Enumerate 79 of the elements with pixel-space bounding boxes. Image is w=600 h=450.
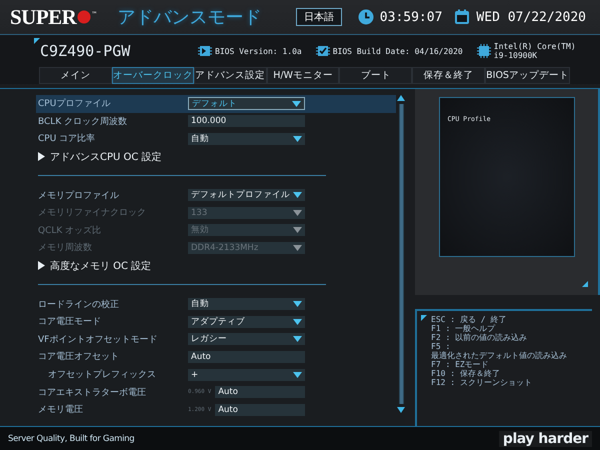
dropdown[interactable]: +	[188, 368, 305, 381]
submenu-link[interactable]: 高度なメモリ OC 設定	[50, 258, 152, 273]
calendar-icon	[454, 9, 470, 25]
tab[interactable]: H/Wモニター	[266, 67, 340, 84]
date-text: WED 07/22/2020	[476, 10, 586, 24]
caret-icon	[293, 210, 302, 216]
dropdown[interactable]: 自動	[188, 132, 305, 145]
caret-icon	[38, 261, 45, 270]
key-help-text: F7 : EZモード	[431, 360, 490, 369]
key-help-text: F5 :	[431, 342, 452, 351]
caret-icon	[293, 136, 302, 142]
brand-logo: SUPER	[10, 4, 76, 30]
setting-label: VFポイントオフセットモード	[37, 334, 158, 346]
key-help-text: 最適化されたデフォルト値の読み込み	[431, 351, 568, 360]
input-field[interactable]: Auto	[215, 386, 305, 398]
input-field[interactable]: 100.000	[188, 115, 305, 128]
cpu-name: Intel(R) Core(TM)	[494, 42, 576, 51]
build-date: BIOS Build Date: 04/16/2020	[332, 46, 463, 56]
dropdown[interactable]: デフォルトプロファイル	[188, 189, 305, 202]
setting-label: CPU コア比率	[37, 132, 96, 146]
tab[interactable]: メイン	[39, 67, 112, 84]
mode-title: アドバンスモード	[117, 6, 262, 29]
setting-label: コアエキストラターボ電圧	[37, 386, 147, 399]
tab[interactable]: ブート	[339, 67, 412, 84]
caret-icon	[293, 301, 302, 308]
cpu-name: i9-10900K	[494, 51, 538, 60]
setting-label: QCLK オッズ比	[37, 224, 102, 237]
caret-icon	[293, 372, 302, 378]
setting-label: メモリ電圧	[37, 404, 84, 416]
setting-label: メモリ周波数	[37, 242, 93, 254]
tab[interactable]: 保存＆終了	[412, 67, 486, 84]
caret-icon	[293, 227, 302, 234]
tab[interactable]: アドバンス設定	[194, 67, 267, 84]
setting-label: CPUプロファイル	[37, 97, 112, 110]
chip-icon	[316, 44, 330, 58]
dropdown[interactable]: レガシー	[188, 333, 305, 346]
setting-label: オフセットプレフィックス	[47, 368, 157, 382]
key-help-text: F12 : スクリーンショット	[431, 378, 533, 387]
setting-label: コア電圧オフセット	[37, 350, 120, 364]
key-help-text: F2 : 以前の値の読み込み	[431, 333, 528, 342]
chip-icon	[198, 44, 212, 58]
tab[interactable]: BIOSアップデート	[485, 67, 570, 84]
scroll-down-icon[interactable]	[397, 407, 405, 413]
logo-dot-icon	[77, 10, 92, 24]
setting-label: メモリリファイナクロック	[37, 207, 147, 220]
selected-row-highlight[interactable]: CPUプロファイル デフォルト	[36, 95, 396, 113]
corner-icon	[421, 315, 427, 321]
caret-icon	[293, 318, 302, 325]
clock-icon	[358, 9, 374, 25]
input-field[interactable]: Auto	[215, 404, 305, 416]
scroll-up-icon[interactable]	[397, 95, 405, 101]
dropdown[interactable]: デフォルト	[188, 97, 305, 110]
caret-icon	[292, 100, 301, 107]
submenu-link[interactable]: アドバンスCPU OC 設定	[50, 150, 162, 164]
tagline-logo: play harder	[498, 430, 592, 446]
caret-icon	[293, 244, 302, 251]
key-help-text: F1 : 一般ヘルプ	[431, 324, 496, 333]
setting-label: BCLK クロック周波数	[37, 116, 128, 128]
dropdown[interactable]: アダプティブ	[188, 316, 305, 328]
setting-label: ロードラインの校正	[37, 298, 120, 311]
tab[interactable]: オーバークロック	[112, 67, 194, 84]
cpu-chip-icon	[476, 44, 491, 58]
language-button[interactable]: 日本語	[296, 8, 342, 26]
setting-label: コア電圧モード	[37, 316, 102, 328]
caret-icon	[293, 336, 302, 342]
corner-icon	[582, 281, 588, 287]
caret-icon	[293, 192, 302, 198]
key-help-text: ESC : 戻る / 終了	[431, 315, 508, 324]
caret-icon	[38, 152, 45, 162]
model-name: C9Z490-PGW	[40, 42, 130, 60]
scrollbar[interactable]	[397, 95, 405, 413]
bios-version: BIOS Version: 1.0a	[215, 46, 302, 56]
dropdown[interactable]: 自動	[188, 298, 305, 310]
setting-label: メモリプロファイル	[37, 189, 120, 202]
slogan-text: Server Quality, Built for Gaming	[8, 434, 134, 444]
time-text: 03:59:07	[380, 10, 442, 24]
corner-icon	[34, 38, 40, 44]
input-field[interactable]: Auto	[188, 350, 305, 363]
key-help-text: F10 : 保存＆終了	[431, 369, 501, 378]
